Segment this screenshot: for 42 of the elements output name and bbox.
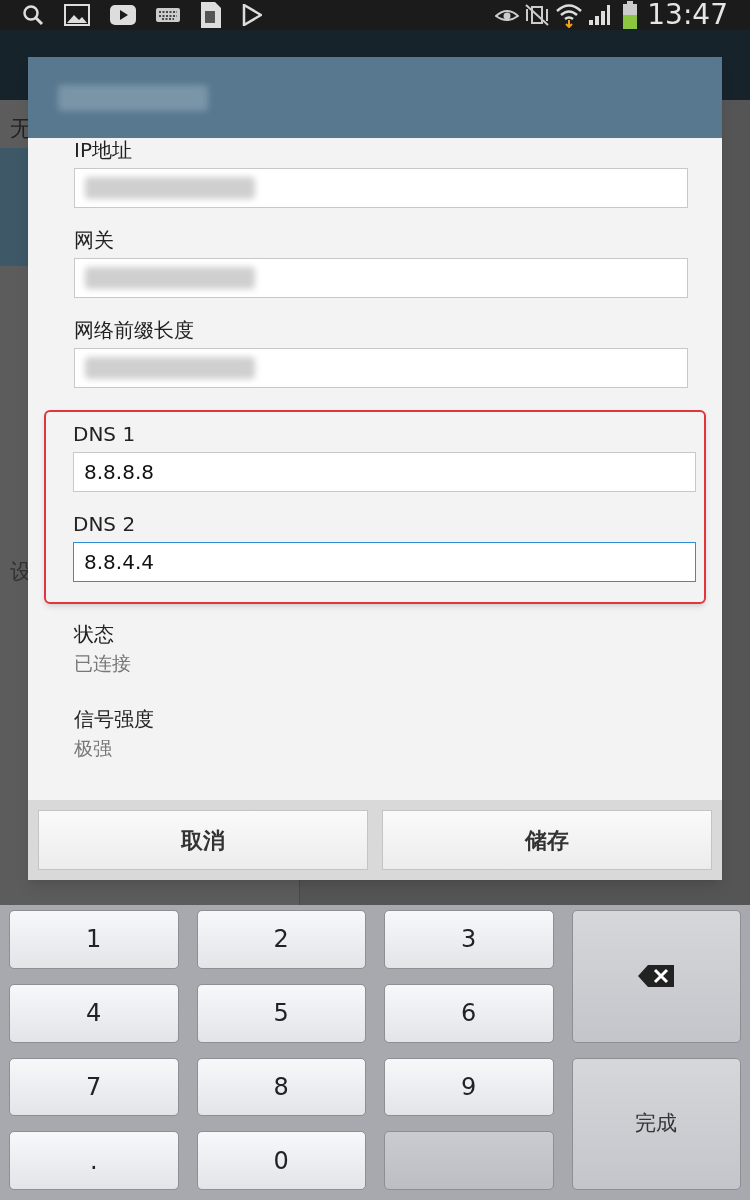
keyboard-key[interactable]: 6 (384, 983, 554, 1043)
field-label: 网关 (74, 230, 115, 250)
video-icon (110, 5, 136, 25)
keyboard-key[interactable]: 2 (196, 910, 366, 969)
backspace-icon (638, 965, 675, 988)
info-value: 已连接 (74, 654, 132, 673)
info-label: 信号强度 (74, 709, 155, 729)
wifi-icon (555, 2, 584, 28)
signal-icon (587, 4, 612, 26)
field-label: DNS 2 (73, 514, 137, 534)
dialog-button[interactable]: 储存 (382, 810, 712, 870)
keyboard-icon (156, 8, 180, 22)
input-field[interactable] (74, 258, 688, 298)
field-label: DNS 1 (73, 424, 137, 444)
input-field[interactable]: 8.8.4.4 (73, 542, 696, 582)
field-label: 网络前缀长度 (74, 320, 195, 340)
eye-icon (495, 7, 520, 23)
battery-icon (623, 1, 638, 29)
time: 13:47 (647, 1, 728, 29)
input-field[interactable]: 8.8.8.8 (73, 452, 696, 492)
input-field[interactable] (74, 168, 688, 208)
image-icon (64, 4, 90, 26)
done-key[interactable]: 完成 (571, 1057, 741, 1190)
backspace-key[interactable] (571, 910, 741, 1043)
field-label: IP地址 (74, 140, 133, 160)
keyboard-key[interactable]: 9 (384, 1057, 554, 1117)
info-value: 极强 (74, 739, 113, 758)
blank-key[interactable] (384, 1131, 554, 1190)
keyboard-key[interactable]: 8 (196, 1057, 366, 1117)
keyboard-key[interactable]: 1 (9, 910, 179, 969)
keyboard-key[interactable]: . (9, 1131, 179, 1190)
keyboard-key[interactable]: 4 (9, 983, 179, 1043)
keyboard-key[interactable]: 3 (384, 910, 554, 969)
keyboard-key[interactable]: 0 (196, 1131, 366, 1190)
sim-card-icon (200, 1, 222, 29)
dialog-button[interactable]: 取消 (38, 810, 368, 870)
keyboard-key[interactable]: 5 (196, 983, 366, 1043)
info-label: 状态 (74, 624, 115, 644)
keyboard-key[interactable]: 7 (9, 1057, 179, 1117)
input-field[interactable] (74, 348, 688, 388)
search-icon (22, 4, 44, 26)
play-store-icon (242, 4, 262, 26)
